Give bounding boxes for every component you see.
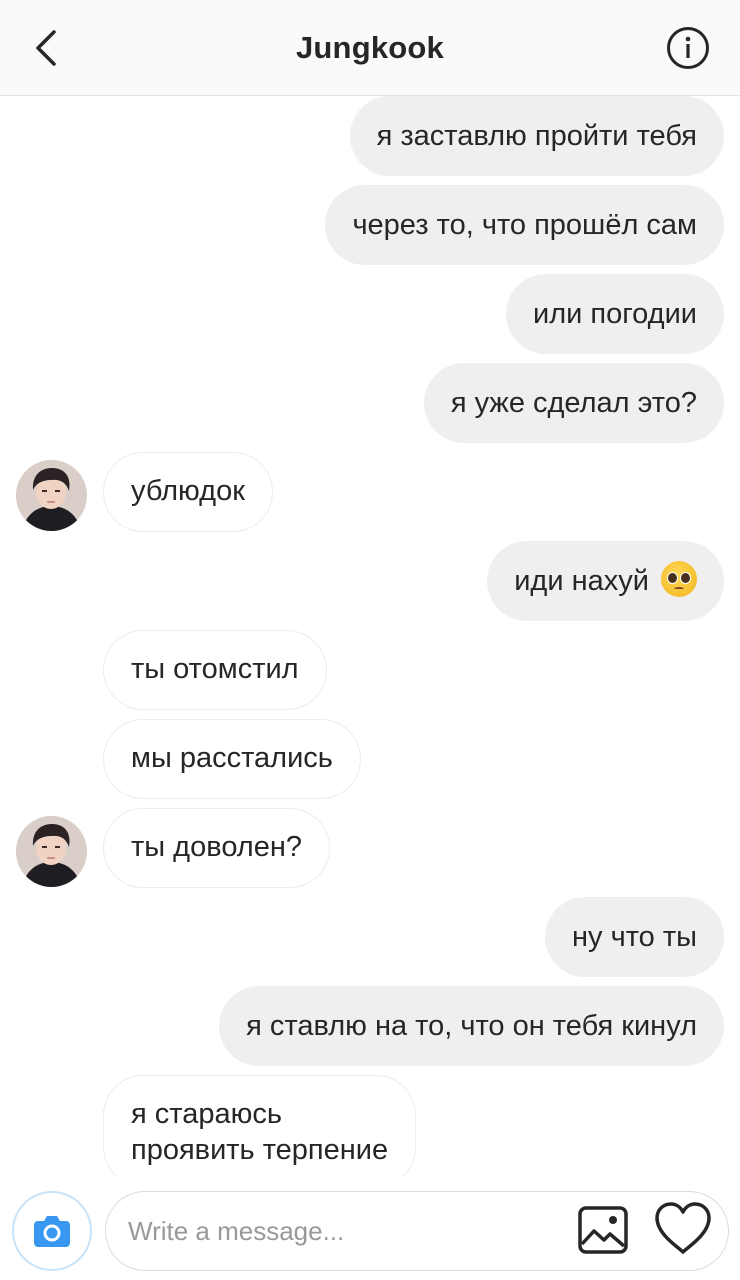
- heart-icon: [655, 1202, 711, 1254]
- message-bubble-outgoing[interactable]: я уже сделал это?: [423, 363, 724, 443]
- image-icon: [578, 1206, 628, 1254]
- avatar-photo: [16, 460, 87, 531]
- message-input-placeholder: Write a message...: [128, 1216, 345, 1246]
- message-bubble-incoming[interactable]: ты доволен?: [103, 808, 330, 888]
- message-bubble-incoming[interactable]: мы расстались: [103, 719, 361, 799]
- message-text: или погодии: [533, 298, 697, 330]
- message-text-line: проявить терпение: [131, 1134, 389, 1166]
- camera-icon: [34, 1216, 70, 1247]
- message-text-line: я стараюсь: [131, 1098, 282, 1130]
- message-bubble-outgoing[interactable]: я ставлю на то, что он тебя кинул: [219, 986, 724, 1066]
- chat-title[interactable]: Jungkook: [0, 30, 740, 66]
- message-text: иди нахуй: [514, 565, 649, 597]
- message-text: ты отомстил: [131, 653, 299, 685]
- gallery-button[interactable]: [576, 1203, 630, 1257]
- message-bubble-incoming[interactable]: ты отомстил: [103, 630, 327, 710]
- pleading-face-emoji: [661, 561, 697, 597]
- message-text: я ставлю на то, что он тебя кинул: [246, 1010, 697, 1042]
- message-bubble-outgoing[interactable]: ну что ты: [545, 897, 724, 977]
- message-bubble-incoming[interactable]: ублюдок: [103, 452, 273, 532]
- avatar-photo: [16, 816, 87, 887]
- message-text: я заставлю пройти тебя: [376, 120, 697, 152]
- message-bubble-outgoing[interactable]: иди нахуй: [487, 541, 724, 621]
- message-text: ты доволен?: [131, 831, 302, 863]
- avatar[interactable]: [16, 460, 87, 531]
- message-thread[interactable]: я заставлю пройти тебя через то, что про…: [0, 96, 740, 1176]
- message-text: ну что ты: [572, 921, 697, 953]
- message-bubble-incoming[interactable]: я стараюсь проявить терпение: [103, 1075, 417, 1176]
- info-icon: [667, 27, 709, 69]
- info-button[interactable]: [666, 26, 710, 70]
- message-text: мы расстались: [131, 742, 333, 774]
- message-text: я уже сделал это?: [450, 387, 697, 419]
- message-bubble-outgoing[interactable]: или погодии: [506, 274, 724, 354]
- message-bubble-outgoing[interactable]: я заставлю пройти тебя: [349, 96, 724, 176]
- message-bubble-outgoing[interactable]: через то, что прошёл сам: [325, 185, 724, 265]
- chat-header: Jungkook: [0, 0, 740, 96]
- camera-button[interactable]: [12, 1191, 92, 1271]
- message-input[interactable]: Write a message...: [105, 1191, 729, 1271]
- like-button[interactable]: [652, 1200, 714, 1258]
- avatar[interactable]: [16, 816, 87, 887]
- message-text: через то, что прошёл сам: [352, 209, 697, 241]
- message-text: ублюдок: [131, 475, 245, 507]
